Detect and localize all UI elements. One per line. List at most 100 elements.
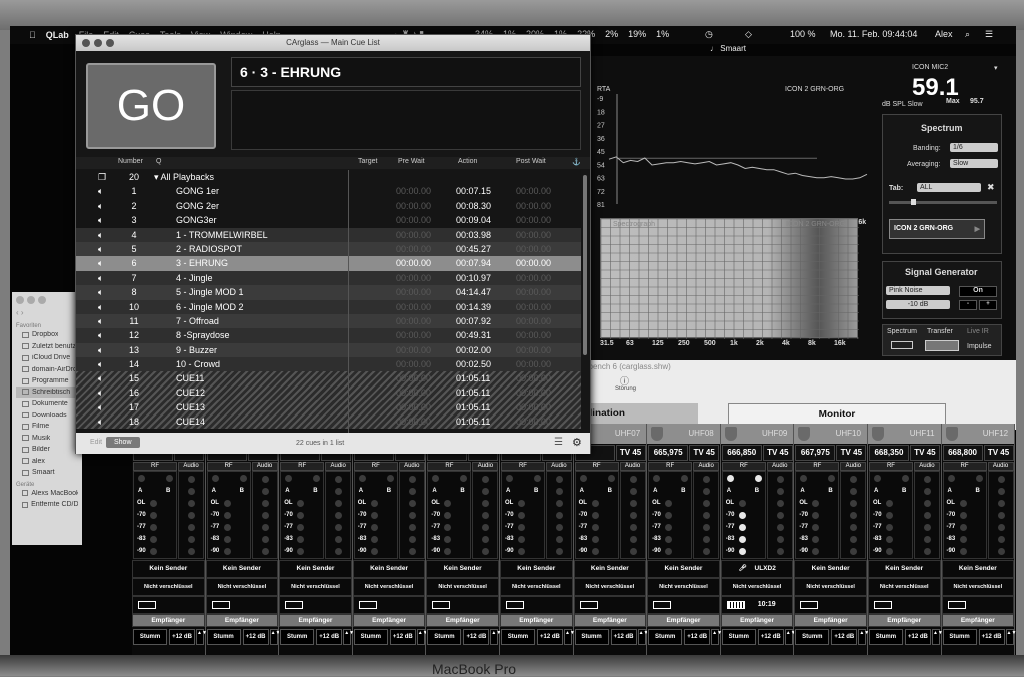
mute-button[interactable]: Stumm — [133, 629, 167, 645]
frequency[interactable]: 666,850 — [721, 445, 762, 461]
gain-value[interactable]: +12 dB — [978, 629, 1005, 645]
nav-buttons[interactable]: ‹ › — [16, 308, 78, 317]
channel-header[interactable]: UHF08 — [647, 424, 720, 444]
gain-stepper[interactable]: ▲▼ — [711, 629, 722, 645]
receiver-label[interactable]: Empfänger — [867, 614, 941, 627]
cue-post-wait[interactable]: 00:00.00 — [516, 201, 551, 211]
anchor-icon[interactable]: ⚓ — [572, 158, 581, 166]
gain-value[interactable]: +12 dB — [242, 629, 269, 645]
cue-pre-wait[interactable]: 00:00.00 — [396, 273, 431, 283]
cue-pre-wait[interactable]: 00:00.00 — [396, 230, 431, 240]
mute-button[interactable]: Stumm — [427, 629, 462, 645]
tab-monitor[interactable]: Monitor — [728, 403, 946, 425]
cue-post-wait[interactable]: 00:00.00 — [516, 402, 551, 412]
cue-post-wait[interactable]: 00:00.00 — [516, 373, 551, 383]
search-icon[interactable]: ⌕ — [965, 29, 970, 40]
sidebar-item[interactable]: Zuletzt benutzt — [16, 341, 78, 353]
cue-pre-wait[interactable]: 00:00.00 — [396, 359, 431, 369]
receiver-label[interactable]: Empfänger — [499, 614, 573, 627]
cue-row[interactable]: 🔈︎ 13 9 - Buzzer 00:00.00 00:02.00 00:00.00 — [76, 342, 581, 358]
minimize-button[interactable] — [94, 39, 102, 47]
mute-button[interactable]: Stumm — [795, 629, 830, 645]
lists-icon[interactable]: ☰ — [554, 437, 563, 448]
gain-stepper[interactable]: ▲▼ — [343, 629, 354, 645]
gain-stepper[interactable]: ▲▼ — [637, 629, 648, 645]
mode-impulse[interactable]: Impulse — [967, 343, 992, 350]
level-down-button[interactable]: - — [959, 300, 977, 310]
notification-center-icon[interactable]: ☰ — [985, 29, 993, 40]
cue-post-wait[interactable]: 00:00.00 — [516, 417, 551, 427]
cue-row[interactable]: 🔈︎ 12 8 -Spraydose 00:00.00 00:49.31 00:00.00 — [76, 328, 581, 343]
cue-post-wait[interactable]: 00:00.00 — [516, 186, 551, 196]
close-button[interactable] — [82, 39, 90, 47]
cue-row[interactable]: 🔈︎ 15 CUE11 00:00.00 01:05.11 00:00.00 — [76, 371, 581, 386]
sidebar-item[interactable]: Bilder — [16, 444, 78, 456]
cue-pre-wait[interactable]: 00:00.00 — [396, 402, 431, 412]
receiver-label[interactable]: Empfänger — [205, 614, 279, 627]
col-target[interactable]: Target — [358, 158, 377, 165]
cue-pre-wait[interactable]: 00:00.00 — [396, 186, 431, 196]
generator-on-button[interactable]: On — [959, 286, 997, 297]
cue-row[interactable]: 🔈︎ 8 5 - Jingle MOD 1 00:00.00 04:14.47 00:00… — [76, 285, 581, 300]
apple-menu[interactable]:  — [24, 30, 41, 40]
rta-source[interactable]: ICON 2 GRN-ORG — [785, 86, 844, 93]
gain-stepper[interactable]: ▲▼ — [858, 629, 869, 645]
smaart-menu-item[interactable]: ♩ Smaart — [710, 44, 746, 53]
close-button[interactable] — [16, 296, 24, 304]
user-menu[interactable]: Alex — [935, 29, 953, 39]
current-cue-name[interactable]: 6 · 3 - EHRUNG — [231, 57, 581, 87]
noise-type-select[interactable]: Pink Noise — [886, 286, 950, 295]
clock[interactable]: Mo. 11. Feb. 09:44:04 — [830, 29, 917, 39]
battery-status[interactable]: 100 % — [790, 29, 816, 39]
tab-select[interactable]: ALL — [917, 183, 981, 192]
go-button[interactable]: GO — [86, 63, 216, 149]
cue-pre-wait[interactable]: 00:00.00 — [396, 302, 431, 312]
cue-post-wait[interactable]: 00:00.00 — [516, 258, 551, 268]
cue-pre-wait[interactable]: 00:00.00 — [396, 287, 431, 297]
averaging-select[interactable]: Slow — [950, 159, 998, 168]
sidebar-item[interactable]: Dropbox — [16, 329, 78, 341]
cue-pre-wait[interactable]: 00:00.00 — [396, 258, 431, 268]
sidebar-item[interactable]: Schreibtisch — [16, 386, 78, 398]
gain-value[interactable]: +12 dB — [389, 629, 416, 645]
gain-stepper[interactable]: ▲▼ — [1005, 629, 1016, 645]
gain-stepper[interactable]: ▲▼ — [416, 629, 428, 645]
mute-button[interactable]: Stumm — [868, 629, 903, 645]
gain-stepper[interactable]: ▲▼ — [490, 629, 501, 645]
cue-row[interactable]: 🔈︎ 14 10 - Crowd 00:00.00 00:02.50 00:00.00 — [76, 357, 581, 372]
receiver-label[interactable]: Empfänger — [573, 614, 647, 627]
receiver-label[interactable]: Empfänger — [426, 614, 499, 627]
gain-stepper[interactable]: ▲▼ — [563, 629, 575, 645]
mute-button[interactable]: Stumm — [206, 629, 241, 645]
slider[interactable] — [889, 199, 997, 205]
mute-button[interactable]: Stumm — [280, 629, 315, 645]
gain-value[interactable]: +12 dB — [610, 629, 637, 645]
minimize-button[interactable] — [27, 296, 35, 304]
spectrogram-source[interactable]: ICON 2 GRN-ORG — [786, 221, 845, 228]
mode-spectrum[interactable]: Spectrum — [887, 328, 917, 335]
sidebar-item[interactable]: alex — [16, 456, 78, 468]
generator-level[interactable]: -10 dB — [886, 300, 950, 309]
col-post-wait[interactable]: Post Wait — [516, 158, 546, 165]
cue-row[interactable]: 🔈︎ 16 CUE12 00:00.00 01:05.11 00:00.00 — [76, 385, 581, 401]
mute-button[interactable]: Stumm — [721, 629, 756, 645]
chevron-down-icon[interactable]: ▾ — [994, 64, 998, 72]
mute-button[interactable]: Stumm — [942, 629, 977, 645]
device-item[interactable]: Alexs MacBook... — [16, 488, 78, 500]
wifi-icon[interactable]: ◇ — [745, 29, 752, 40]
frequency[interactable]: 667,975 — [795, 445, 836, 461]
cue-row[interactable]: 🔈︎ 2 GONG 2er 00:00.00 00:08.30 00:00.00 — [76, 198, 581, 214]
cue-pre-wait[interactable]: 00:00.00 — [396, 388, 431, 398]
cue-pre-wait[interactable]: 00:00.00 — [396, 345, 431, 355]
alarm-button[interactable]: Störung — [615, 386, 636, 392]
mode-live-ir[interactable]: Live IR — [967, 328, 989, 335]
frequency[interactable]: 665,975 — [648, 445, 689, 461]
split-view-icon[interactable] — [925, 340, 959, 351]
gain-stepper[interactable]: ▲▼ — [931, 629, 943, 645]
menu-app[interactable]: QLab — [41, 30, 74, 40]
sidebar-item[interactable]: domain-AirDrop — [16, 364, 78, 376]
col-q[interactable]: Q — [156, 158, 161, 165]
rta-label[interactable]: RTA — [597, 86, 610, 93]
cue-post-wait[interactable]: 00:00.00 — [516, 244, 551, 254]
cue-row[interactable]: 🔈︎ 5 2 - RADIOSPOT 00:00.00 00:45.27 00:00.00 — [76, 241, 581, 257]
